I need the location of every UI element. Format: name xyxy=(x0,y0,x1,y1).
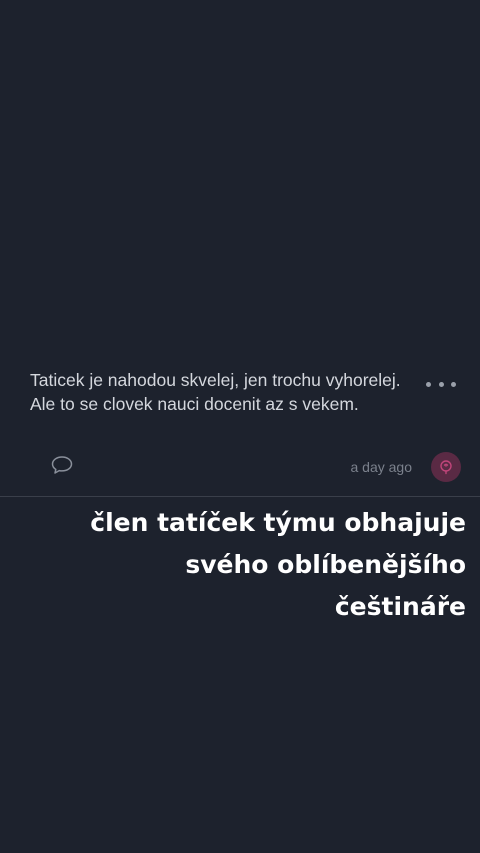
comment-timestamp: a day ago xyxy=(350,459,413,475)
avatar[interactable] xyxy=(431,452,461,482)
caption-line: svého oblíbenějšího xyxy=(185,550,466,579)
comment-text: Taticek je nahodou skvelej, jen trochu v… xyxy=(30,370,401,414)
speech-bubble-icon xyxy=(51,456,73,474)
user-avatar-icon xyxy=(440,460,452,475)
more-dot-icon xyxy=(426,381,431,387)
comment-card: Taticek je nahodou skvelej, jen trochu v… xyxy=(0,358,480,496)
caption-overlay: člen tatíček týmu obhajuje svého oblíben… xyxy=(26,502,466,628)
more-dot-icon xyxy=(438,381,444,387)
caption-line: člen tatíček týmu obhajuje xyxy=(90,508,466,537)
reply-button[interactable] xyxy=(50,454,74,476)
more-options-button[interactable] xyxy=(426,376,456,392)
divider xyxy=(0,496,480,497)
caption-line: češtináře xyxy=(334,592,466,621)
more-dot-icon xyxy=(451,381,456,387)
